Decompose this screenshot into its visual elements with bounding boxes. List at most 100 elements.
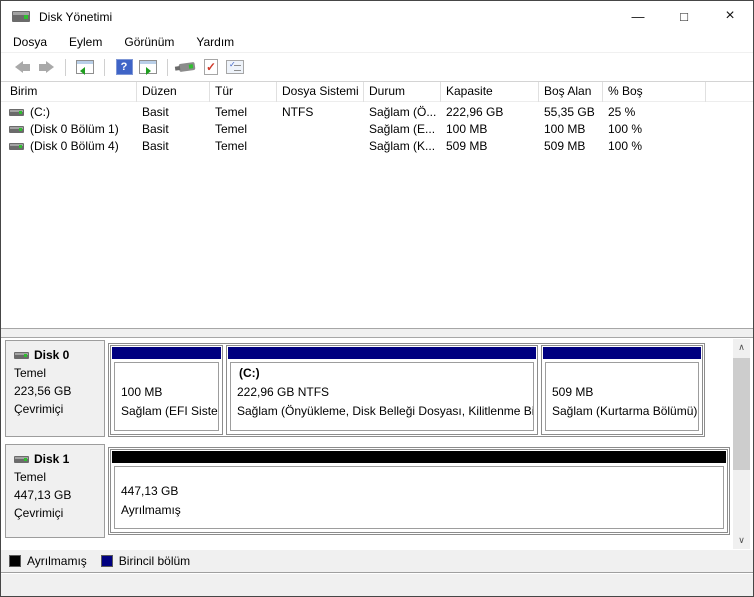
volume-pct-free: 100 % [608, 139, 643, 153]
volume-name: (Disk 0 Bölüm 1) [30, 122, 119, 136]
device-icon [178, 61, 196, 73]
help-icon: ? [115, 59, 133, 75]
column-header-tur[interactable]: Tür [210, 82, 277, 102]
partition-recovery[interactable]: 509 MB Sağlam (Kurtarma Bölümü) [541, 345, 703, 435]
legend-label-unallocated: Ayrılmamış [27, 554, 87, 568]
unallocated-colorbar [112, 451, 726, 463]
volume-name-cell: (Disk 0 Bölüm 1) [9, 121, 137, 138]
disk0-icon [14, 351, 29, 359]
unallocated-region[interactable]: 447,13 GB Ayrılmamış [110, 449, 728, 533]
help-button[interactable]: ? [112, 55, 136, 79]
validate-button[interactable]: ✓ [199, 55, 223, 79]
partition-efi[interactable]: 100 MB Sağlam (EFI Sistem [110, 345, 223, 435]
app-disk-icon [12, 11, 30, 22]
column-header-duzen[interactable]: Düzen [137, 82, 210, 102]
volume-row-disk0-part4[interactable]: (Disk 0 Bölüm 4) Basit Temel Sağlam (K..… [1, 138, 753, 155]
show-action-pane-button[interactable] [136, 55, 160, 79]
partition-c-size: 222,96 GB NTFS [237, 385, 330, 399]
partition-c-status: Sağlam (Önyükleme, Disk Belleği Dosyası,… [237, 404, 534, 418]
scrollbar-thumb[interactable] [733, 358, 750, 470]
partition-recovery-colorbar [543, 347, 701, 359]
disk0-info-panel[interactable]: Disk 0 Temel 223,56 GB Çevrimiçi [5, 340, 105, 437]
legend-swatch-unallocated [9, 555, 21, 567]
scroll-up-icon[interactable]: ∧ [733, 339, 750, 356]
column-header-pct-bos[interactable]: % Boş [603, 82, 706, 102]
menu-bar: Dosya Eylem Görünüm Yardım [1, 32, 753, 53]
forward-button[interactable] [34, 55, 58, 79]
volume-type: Temel [215, 122, 248, 136]
partition-c[interactable]: (C:) 222,96 GB NTFS Sağlam (Önyükleme, D… [226, 345, 538, 435]
task-list-icon: ✓ [226, 60, 244, 74]
back-button[interactable] [10, 55, 34, 79]
disk0-name: Disk 0 [34, 348, 70, 362]
column-header-dosya-sistemi[interactable]: Dosya Sistemi [277, 82, 364, 102]
volume-list: Birim Düzen Tür Dosya Sistemi Durum Kapa… [1, 82, 753, 328]
volume-pct-free: 25 % [608, 105, 636, 119]
volume-name: (Disk 0 Bölüm 4) [30, 139, 119, 153]
volume-fs: NTFS [282, 105, 314, 119]
toolbar: ? ✓ ✓ [1, 53, 753, 82]
close-button[interactable]: × [707, 1, 753, 31]
toolbar-separator [104, 58, 105, 76]
volume-name: (C:) [30, 105, 50, 119]
disk0-size: 223,56 GB [14, 384, 72, 398]
unallocated-size: 447,13 GB [121, 483, 179, 498]
volume-row-c[interactable]: (C:) Basit Temel NTFS Sağlam (Ö... 222,9… [1, 104, 753, 121]
disk1-info-panel[interactable]: Disk 1 Temel 447,13 GB Çevrimiçi [5, 444, 105, 538]
window-title: Disk Yönetimi [39, 9, 113, 24]
partition-recovery-status: Sağlam (Kurtarma Bölümü) [552, 404, 698, 418]
volume-fs [282, 121, 364, 138]
column-header-durum[interactable]: Durum [364, 82, 441, 102]
volume-free: 100 MB [544, 122, 586, 136]
maximize-button[interactable]: □ [661, 1, 707, 31]
volume-disk-icon [9, 109, 24, 116]
menu-dosya[interactable]: Dosya [13, 35, 58, 49]
volume-disk-icon [9, 126, 24, 133]
volume-row-disk0-part1[interactable]: (Disk 0 Bölüm 1) Basit Temel Sağlam (E..… [1, 121, 753, 138]
window-controls: — □ × [615, 1, 753, 31]
pane-splitter[interactable] [1, 328, 753, 338]
disk1-size: 447,13 GB [14, 488, 72, 502]
disk0-status: Çevrimiçi [14, 402, 64, 416]
partition-efi-size: 100 MB [121, 385, 163, 399]
graphical-view-scrollbar[interactable]: ∧ ∨ [733, 339, 750, 549]
menu-eylem[interactable]: Eylem [69, 35, 113, 49]
volume-layout: Basit [142, 139, 169, 153]
volume-layout: Basit [142, 105, 169, 119]
title-bar: Disk Yönetimi — □ × [1, 1, 753, 32]
disk0-type: Temel [14, 366, 47, 380]
console-tree-icon [76, 60, 94, 75]
column-header-bos-alan[interactable]: Boş Alan [539, 82, 603, 102]
scroll-down-icon[interactable]: ∨ [733, 532, 750, 549]
back-arrow-icon [14, 61, 30, 73]
column-header-birim[interactable]: Birim [5, 82, 137, 102]
partition-c-label: (C:) [239, 366, 260, 380]
volume-name-cell: (C:) [9, 104, 137, 121]
show-console-tree-button[interactable] [73, 55, 97, 79]
legend-bar: Ayrılmamış Birincil bölüm [1, 550, 753, 572]
volume-capacity: 509 MB [446, 139, 488, 153]
disk1-icon [14, 455, 29, 463]
volume-name-cell: (Disk 0 Bölüm 4) [9, 138, 137, 155]
volume-capacity: 100 MB [446, 122, 488, 136]
volume-status: Sağlam (E... [369, 122, 436, 136]
volume-disk-icon [9, 143, 24, 150]
disk1-name: Disk 1 [34, 452, 70, 466]
action-pane-icon [139, 60, 157, 75]
volume-status: Sağlam (Ö... [369, 105, 437, 119]
column-header-kapasite[interactable]: Kapasite [441, 82, 539, 102]
disk1-status: Çevrimiçi [14, 506, 64, 520]
menu-yardim[interactable]: Yardım [196, 35, 245, 49]
menu-gorunum[interactable]: Görünüm [124, 35, 185, 49]
legend-label-primary: Birincil bölüm [118, 554, 191, 568]
volume-type: Temel [215, 105, 248, 119]
properties-list-button[interactable]: ✓ [223, 55, 247, 79]
unallocated-status: Ayrılmamış [121, 502, 181, 517]
disk0-partition-strip: 100 MB Sağlam (EFI Sistem (C:) 222,96 GB… [108, 343, 705, 437]
status-bar [1, 572, 753, 596]
toolbar-separator [65, 58, 66, 76]
disk1-type: Temel [14, 470, 47, 484]
toolbar-separator [167, 58, 168, 76]
minimize-button[interactable]: — [615, 1, 661, 31]
connect-device-button[interactable] [175, 55, 199, 79]
